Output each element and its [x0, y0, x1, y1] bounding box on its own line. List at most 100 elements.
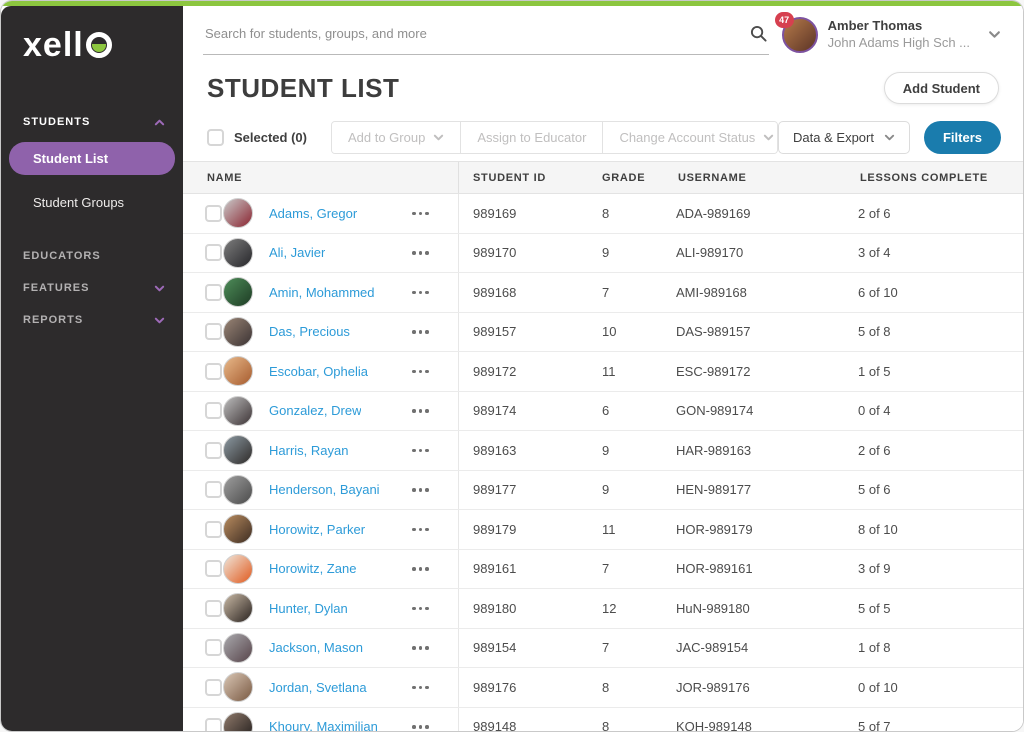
username-cell: JAC-989154 — [676, 629, 858, 668]
student-name-link[interactable]: Gonzalez, Drew — [269, 403, 361, 418]
table-row: Adams, Gregor 989169 8 ADA-989169 2 of 6 — [183, 194, 1023, 234]
row-checkbox[interactable] — [205, 323, 222, 340]
bulk-actions-toolbar: Selected (0) Add to Group Assign to Educ… — [183, 113, 1023, 161]
row-actions-menu-icon[interactable] — [408, 522, 433, 538]
student-name-link[interactable]: Khoury, Maximilian — [269, 719, 378, 731]
column-header-lessons[interactable]: LESSONS COMPLETE — [858, 162, 1023, 193]
table-row: Jackson, Mason 989154 7 JAC-989154 1 of … — [183, 629, 1023, 669]
student-id-cell: 989154 — [458, 629, 600, 668]
sidebar-section-features[interactable]: FEATURES — [1, 272, 183, 304]
row-actions-menu-icon[interactable] — [408, 443, 433, 459]
lessons-complete-cell: 5 of 6 — [858, 471, 1023, 510]
grade-cell: 8 — [600, 708, 676, 732]
lessons-complete-cell: 0 of 4 — [858, 392, 1023, 431]
xello-logo[interactable]: xell — [1, 28, 183, 62]
student-name-link[interactable]: Horowitz, Parker — [269, 522, 365, 537]
student-name-link[interactable]: Jackson, Mason — [269, 640, 363, 655]
row-checkbox[interactable] — [205, 679, 222, 696]
student-name-link[interactable]: Henderson, Bayani — [269, 482, 380, 497]
column-header-grade[interactable]: GRADE — [600, 162, 676, 193]
chevron-down-icon — [433, 132, 444, 143]
row-actions-menu-icon[interactable] — [408, 285, 433, 301]
row-actions-menu-icon[interactable] — [408, 324, 433, 340]
sidebar-item-student-groups[interactable]: Student Groups — [1, 183, 183, 222]
table-row: Hunter, Dylan 989180 12 HuN-989180 5 of … — [183, 589, 1023, 629]
row-checkbox[interactable] — [205, 481, 222, 498]
row-checkbox[interactable] — [205, 600, 222, 617]
grade-cell: 8 — [600, 194, 676, 233]
row-actions-menu-icon[interactable] — [408, 206, 433, 222]
row-checkbox[interactable] — [205, 718, 222, 731]
student-name-link[interactable]: Amin, Mohammed — [269, 285, 374, 300]
student-name-link[interactable]: Horowitz, Zane — [269, 561, 356, 576]
row-checkbox[interactable] — [205, 521, 222, 538]
row-checkbox[interactable] — [205, 363, 222, 380]
student-avatar — [223, 593, 253, 623]
filters-button[interactable]: Filters — [924, 121, 1001, 154]
row-checkbox[interactable] — [205, 442, 222, 459]
sidebar-section-educators[interactable]: EDUCATORS — [1, 240, 183, 272]
lessons-complete-cell: 8 of 10 — [858, 510, 1023, 549]
student-name-link[interactable]: Jordan, Svetlana — [269, 680, 367, 695]
row-checkbox[interactable] — [205, 560, 222, 577]
sidebar-section-students[interactable]: STUDENTS — [1, 106, 183, 138]
grade-cell: 9 — [600, 471, 676, 510]
select-all-checkbox[interactable] — [207, 129, 224, 146]
row-actions-menu-icon[interactable] — [408, 680, 433, 696]
student-name-link[interactable]: Adams, Gregor — [269, 206, 357, 221]
student-avatar — [223, 396, 253, 426]
sidebar-section-students-label: STUDENTS — [23, 116, 90, 128]
student-name-link[interactable]: Ali, Javier — [269, 245, 325, 260]
data-export-button[interactable]: Data & Export — [778, 121, 910, 154]
row-checkbox[interactable] — [205, 244, 222, 261]
table-row: Gonzalez, Drew 989174 6 GON-989174 0 of … — [183, 392, 1023, 432]
search-input[interactable]: Search for students, groups, and more — [203, 15, 769, 55]
logo-text: xell — [23, 28, 84, 62]
chevron-down-icon[interactable] — [988, 28, 1001, 41]
lessons-complete-cell: 1 of 5 — [858, 352, 1023, 391]
add-to-group-label: Add to Group — [348, 130, 425, 145]
add-to-group-button[interactable]: Add to Group — [332, 122, 461, 153]
table-row: Ali, Javier 989170 9 ALI-989170 3 of 4 — [183, 234, 1023, 274]
row-checkbox[interactable] — [205, 284, 222, 301]
search-icon[interactable] — [750, 25, 767, 42]
row-actions-menu-icon[interactable] — [408, 245, 433, 261]
user-menu[interactable]: 47 Amber Thomas John Adams High Sch ... — [782, 17, 1001, 53]
notification-badge[interactable]: 47 — [775, 12, 794, 28]
chevron-down-icon — [154, 283, 165, 294]
assign-to-educator-button[interactable]: Assign to Educator — [461, 122, 603, 153]
grade-cell: 9 — [600, 431, 676, 470]
column-header-name[interactable]: NAME — [183, 162, 458, 193]
table-header: NAME STUDENT ID GRADE USERNAME LESSONS C… — [183, 161, 1023, 194]
username-cell: HuN-989180 — [676, 589, 858, 628]
row-actions-menu-icon[interactable] — [408, 601, 433, 617]
row-actions-menu-icon[interactable] — [408, 719, 433, 731]
grade-cell: 8 — [600, 668, 676, 707]
sidebar-item-student-list[interactable]: Student List — [9, 142, 175, 175]
row-actions-menu-icon[interactable] — [408, 561, 433, 577]
lessons-complete-cell: 5 of 7 — [858, 708, 1023, 732]
grade-cell: 11 — [600, 510, 676, 549]
change-account-status-button[interactable]: Change Account Status — [603, 122, 778, 153]
column-header-username[interactable]: USERNAME — [676, 162, 858, 193]
column-header-student-id[interactable]: STUDENT ID — [458, 162, 600, 193]
username-cell: JOR-989176 — [676, 668, 858, 707]
row-actions-menu-icon[interactable] — [408, 640, 433, 656]
row-actions-menu-icon[interactable] — [408, 482, 433, 498]
student-name-link[interactable]: Escobar, Ophelia — [269, 364, 368, 379]
sidebar-section-reports[interactable]: REPORTS — [1, 304, 183, 336]
add-student-button[interactable]: Add Student — [884, 72, 999, 104]
row-checkbox[interactable] — [205, 639, 222, 656]
row-checkbox[interactable] — [205, 402, 222, 419]
lessons-complete-cell: 6 of 10 — [858, 273, 1023, 312]
row-actions-menu-icon[interactable] — [408, 403, 433, 419]
student-id-cell: 989174 — [458, 392, 600, 431]
row-actions-menu-icon[interactable] — [408, 364, 433, 380]
row-checkbox[interactable] — [205, 205, 222, 222]
username-cell: HOR-989179 — [676, 510, 858, 549]
username-cell: ESC-989172 — [676, 352, 858, 391]
username-cell: HAR-989163 — [676, 431, 858, 470]
student-name-link[interactable]: Hunter, Dylan — [269, 601, 348, 616]
student-name-link[interactable]: Das, Precious — [269, 324, 350, 339]
student-name-link[interactable]: Harris, Rayan — [269, 443, 348, 458]
